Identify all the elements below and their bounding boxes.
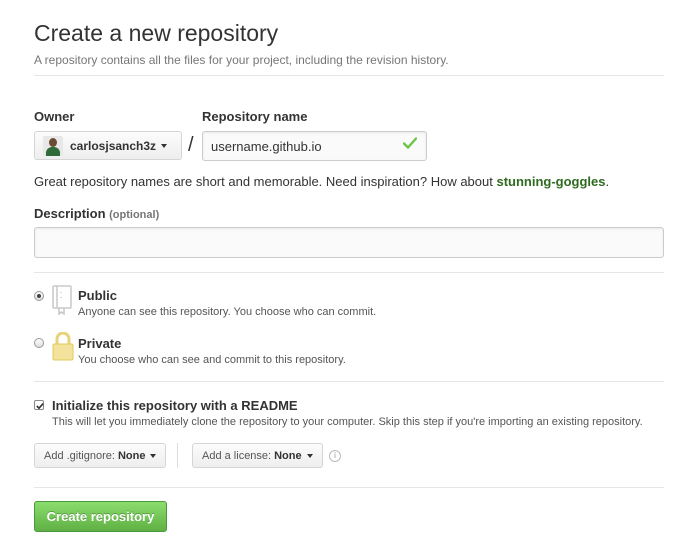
checkmark-icon — [36, 403, 44, 410]
public-radio[interactable] — [34, 291, 44, 301]
create-repository-button[interactable]: Create repository — [34, 501, 167, 532]
private-desc: You choose who can see and commit to thi… — [78, 354, 346, 366]
repo-name-input[interactable] — [202, 131, 427, 161]
license-dropdown[interactable]: Add a license: None — [192, 443, 323, 468]
name-hint: Great repository names are short and mem… — [34, 174, 610, 189]
repo-name-label: Repository name — [202, 109, 308, 124]
description-input[interactable] — [34, 227, 664, 258]
info-icon[interactable]: i — [329, 450, 341, 462]
vertical-divider — [177, 443, 178, 468]
owner-repo-separator: / — [188, 134, 194, 156]
owner-value: carlosjsanch3z — [70, 138, 157, 153]
gitignore-dropdown[interactable]: Add .gitignore: None — [34, 443, 167, 468]
optional-tag: (optional) — [109, 209, 160, 221]
divider — [34, 381, 664, 382]
caret-down-icon — [161, 143, 168, 148]
page-subtitle: A repository contains all the files for … — [34, 53, 449, 67]
description-label: Description (optional) — [34, 206, 160, 221]
avatar — [43, 135, 63, 156]
readme-checkbox[interactable] — [34, 400, 44, 410]
divider — [34, 272, 664, 273]
readme-desc: This will let you immediately clone the … — [52, 416, 643, 428]
caret-down-icon — [306, 453, 313, 458]
readme-title: Initialize this repository with a README — [52, 398, 298, 413]
divider — [34, 487, 664, 488]
private-title: Private — [78, 336, 122, 351]
owner-label: Owner — [34, 109, 75, 124]
owner-dropdown[interactable]: carlosjsanch3z — [34, 131, 182, 160]
check-icon — [403, 137, 417, 149]
public-title: Public — [78, 288, 118, 303]
lock-icon — [52, 332, 74, 361]
caret-down-icon — [150, 453, 157, 458]
page-title: Create a new repository — [34, 20, 279, 46]
public-desc: Anyone can see this repository. You choo… — [78, 306, 377, 318]
divider — [34, 75, 664, 76]
private-radio[interactable] — [34, 338, 44, 348]
name-suggestion-link[interactable]: stunning-goggles — [496, 174, 605, 189]
repo-book-icon — [52, 285, 72, 315]
